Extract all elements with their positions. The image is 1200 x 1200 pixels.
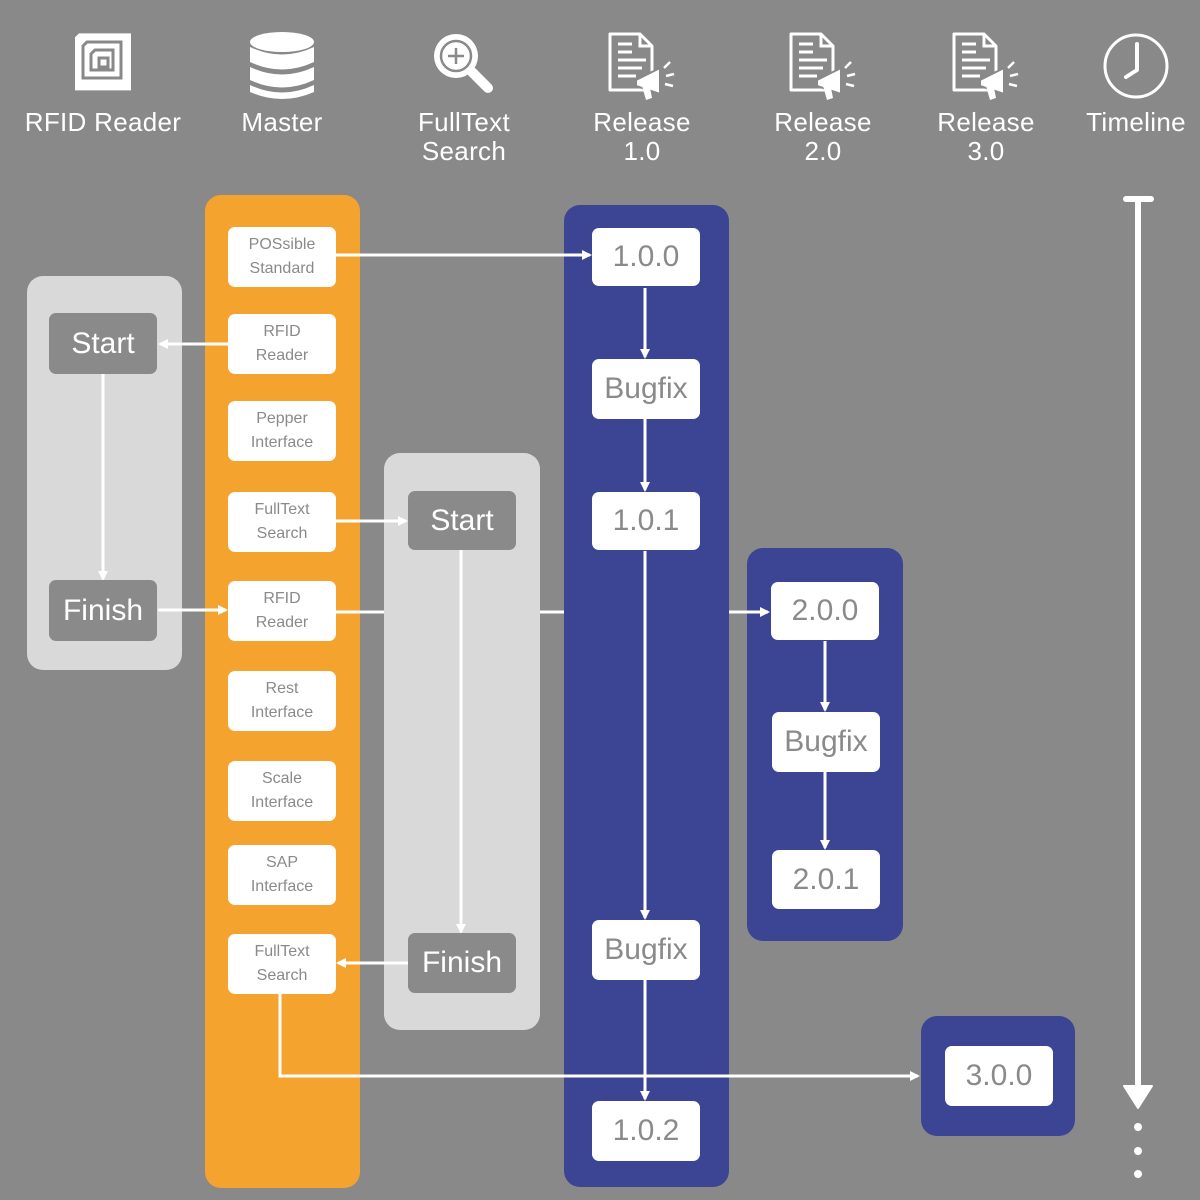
release-node-2-0-0[interactable]: 2.0.0 xyxy=(771,582,879,640)
master-item-possible-standard[interactable]: POSsible Standard xyxy=(228,227,336,287)
timeline-dot xyxy=(1134,1123,1142,1131)
release-node-2-bugfix[interactable]: Bugfix xyxy=(772,712,880,772)
fulltext-start-node[interactable]: Start xyxy=(408,491,516,550)
timeline-dot xyxy=(1134,1170,1142,1178)
release-node-1-0-2[interactable]: 1.0.2 xyxy=(592,1101,700,1161)
release-node-1-bugfix-2[interactable]: Bugfix xyxy=(592,920,700,980)
rfid-finish-node[interactable]: Finish xyxy=(49,580,157,641)
master-item-scale-interface[interactable]: Scale Interface xyxy=(228,761,336,821)
timeline-dot xyxy=(1134,1147,1142,1155)
release-node-2-0-1[interactable]: 2.0.1 xyxy=(772,850,880,909)
release-node-1-0-0[interactable]: 1.0.0 xyxy=(592,228,700,286)
master-item-rest-interface[interactable]: Rest Interface xyxy=(228,671,336,731)
release-node-3-0-0[interactable]: 3.0.0 xyxy=(945,1046,1053,1106)
rfid-start-node[interactable]: Start xyxy=(49,313,157,374)
master-item-pepper-interface[interactable]: Pepper Interface xyxy=(228,401,336,461)
timeline-arrow-icon xyxy=(1123,1085,1153,1109)
master-item-fulltext-search-merged[interactable]: FullText Search xyxy=(228,934,336,994)
master-item-rfid-reader[interactable]: RFID Reader xyxy=(228,314,336,374)
master-item-fulltext-search[interactable]: FullText Search xyxy=(228,492,336,552)
release-node-1-0-1[interactable]: 1.0.1 xyxy=(592,492,700,550)
master-item-rfid-reader-merged[interactable]: RFID Reader xyxy=(228,581,336,641)
master-item-sap-interface[interactable]: SAP Interface xyxy=(228,845,336,905)
timeline-axis xyxy=(1123,196,1154,1178)
fulltext-finish-node[interactable]: Finish xyxy=(408,933,516,993)
release-node-1-bugfix-1[interactable]: Bugfix xyxy=(592,359,700,419)
